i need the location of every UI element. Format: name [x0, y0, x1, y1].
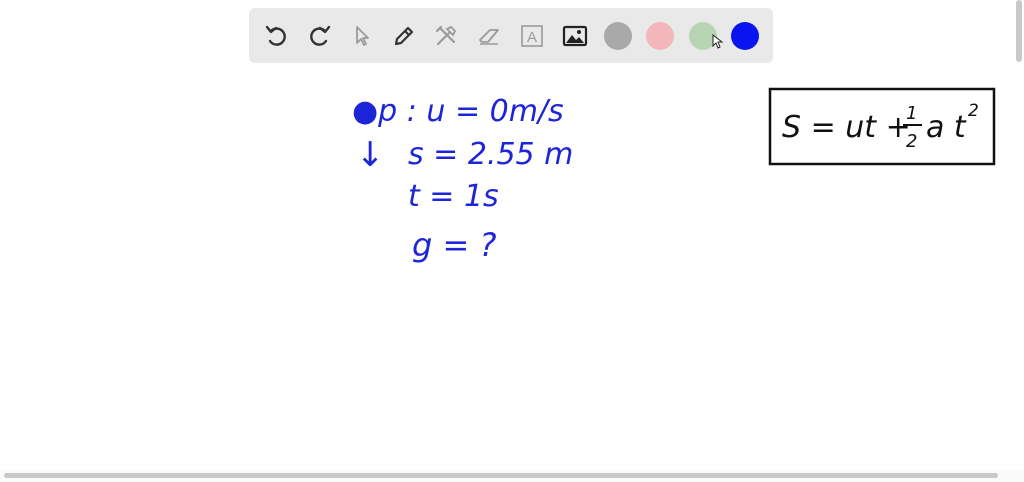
down-arrow: ↓ — [356, 135, 385, 175]
formula-left: S = ut + — [782, 110, 911, 145]
horizontal-scrollbar-thumb[interactable] — [4, 473, 998, 478]
formula-exponent: 2 — [968, 101, 979, 121]
given-line-4: g = ? — [412, 226, 496, 264]
formula-right: a t — [926, 110, 967, 145]
whiteboard-canvas[interactable]: ●p : u = 0m/s ↓ s = 2.55 m t = 1s g = ? … — [0, 0, 1024, 482]
formula-fraction-numerator: 1 — [906, 103, 917, 124]
formula-fraction-denominator: 2 — [906, 131, 917, 152]
given-line-1: ●p : u = 0m/s — [352, 94, 564, 129]
given-line-3: t = 1s — [408, 179, 499, 214]
given-line-2: s = 2.55 m — [408, 137, 573, 172]
